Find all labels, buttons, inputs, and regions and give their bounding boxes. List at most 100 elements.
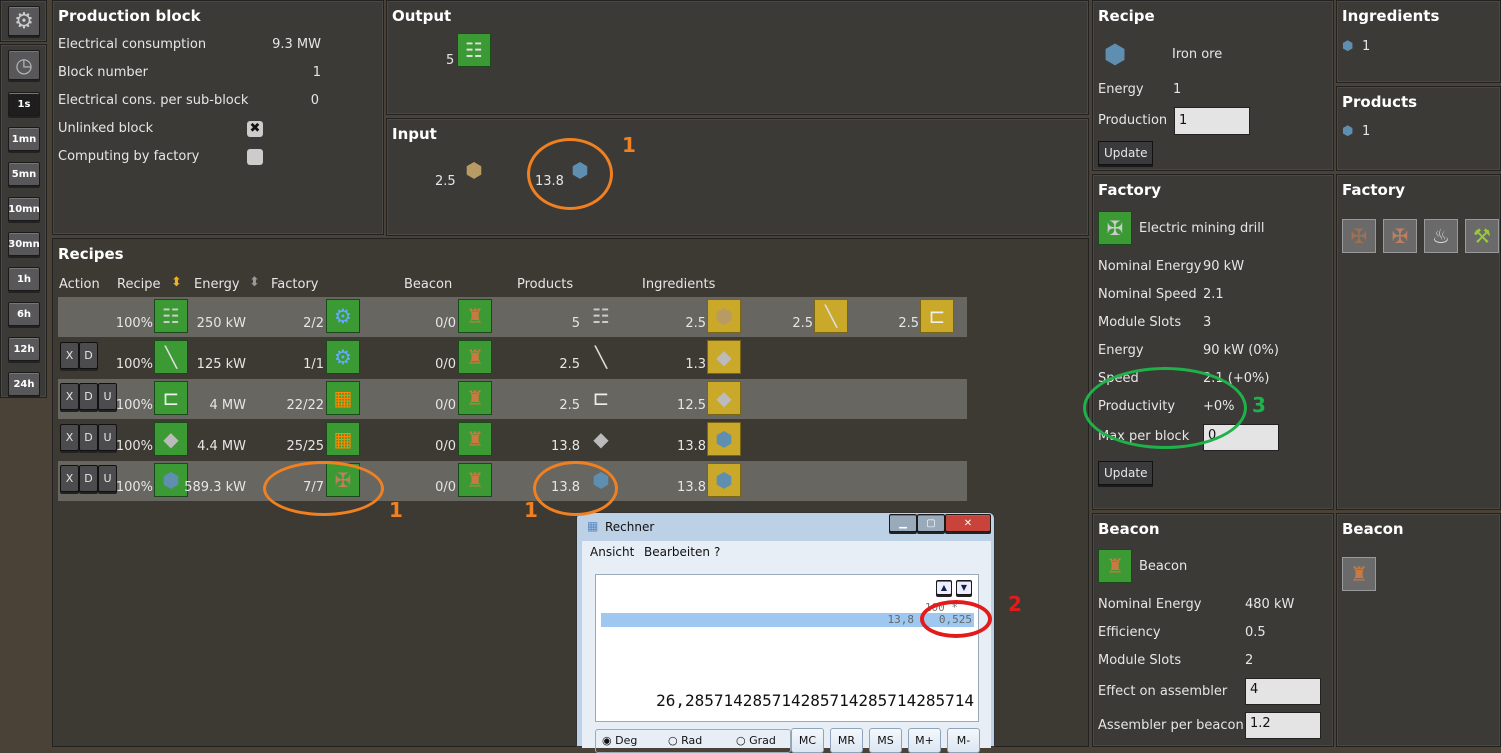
computing-checkbox[interactable] <box>247 149 263 165</box>
iron-ore-icon[interactable]: ⬢ <box>707 463 741 497</box>
recipe-energy: 4 MW <box>209 398 246 413</box>
clock-icon[interactable]: ◷ <box>8 50 40 80</box>
radio-rad[interactable]: ○ Rad <box>668 734 702 747</box>
mr-button[interactable]: MR <box>830 728 863 753</box>
time-button-6h[interactable]: 6h <box>8 302 40 326</box>
assembler-icon[interactable]: ⚙ <box>326 299 360 333</box>
history-up-button[interactable]: ▲ <box>936 580 952 595</box>
menu-help[interactable]: ? <box>714 545 720 559</box>
panel-title: Ingredients <box>1342 7 1440 25</box>
production-input[interactable]: 1 <box>1174 107 1250 135</box>
action-button-d[interactable]: D <box>79 383 98 410</box>
time-button-12h[interactable]: 12h <box>8 337 40 361</box>
radio-deg[interactable]: ◉ Deg <box>602 734 637 747</box>
stone-icon[interactable]: ⬢ <box>707 299 741 333</box>
close-button[interactable]: ✕ <box>945 514 991 532</box>
time-button-5mn[interactable]: 5mn <box>8 162 40 186</box>
beacon-icon[interactable]: ♜ <box>458 381 492 415</box>
furnace-icon[interactable]: ▦ <box>326 422 360 456</box>
furnace-icon[interactable]: ▦ <box>326 381 360 415</box>
beacon-stat-value: 0.5 <box>1245 625 1266 640</box>
action-button-d[interactable]: D <box>79 424 98 451</box>
assembler-per-beacon-input[interactable]: 1.2 <box>1245 712 1321 739</box>
info-value: 9.3 MW <box>272 37 321 52</box>
iron-ore-icon[interactable]: ⬢ <box>154 463 188 497</box>
minimize-button[interactable]: ▁ <box>889 514 917 532</box>
settings-gear-button[interactable]: ⚙ <box>8 6 40 36</box>
ms-button[interactable]: MS <box>869 728 902 753</box>
update-button[interactable]: Update <box>1098 141 1154 165</box>
beacon-icon[interactable]: ♜ <box>458 463 492 497</box>
recipe-energy: 125 kW <box>196 357 246 372</box>
sort-icon[interactable]: ⬍ <box>249 275 260 290</box>
rail-icon[interactable]: ☷ <box>584 299 618 333</box>
factory-stat-label: Nominal Energy <box>1098 259 1202 274</box>
menu-ansicht[interactable]: Ansicht <box>590 545 634 559</box>
action-button-u[interactable]: U <box>98 465 117 492</box>
beacon-stat-label: Efficiency <box>1098 625 1161 640</box>
update-button[interactable]: Update <box>1098 461 1154 485</box>
iron-plate-icon[interactable]: ◆ <box>707 381 741 415</box>
iron-ore-icon[interactable]: ⬢ <box>707 422 741 456</box>
history-selected[interactable]: 13,8 0,525 <box>601 613 974 627</box>
recipe-name: Iron ore <box>1172 47 1223 62</box>
history-down-button[interactable]: ▼ <box>956 580 972 595</box>
radio-grad[interactable]: ○ Grad <box>736 734 776 747</box>
table-row: X D U 100% ⬢ 589.3 kW 7/7 ✠ 0/0 ♜ 13.8 ⬢ 13.8 ⬢ <box>58 461 967 501</box>
stone-icon[interactable]: ⬢ <box>457 153 491 187</box>
iron-stick-icon[interactable]: ╲ <box>154 340 188 374</box>
beacon-icon[interactable]: ♜ <box>458 340 492 374</box>
menu-bearbeiten[interactable]: Bearbeiten <box>644 545 710 559</box>
time-button-1h[interactable]: 1h <box>8 267 40 291</box>
time-button-24h[interactable]: 24h <box>8 372 40 396</box>
pumpjack-icon[interactable]: ⚒ <box>1465 219 1499 253</box>
action-button-x[interactable]: X <box>60 383 79 410</box>
action-button-x[interactable]: X <box>60 465 79 492</box>
action-button-d[interactable]: D <box>79 465 98 492</box>
ingredients-panel: Ingredients ⬢ 1 <box>1336 0 1501 83</box>
m-minus-button[interactable]: M- <box>947 728 980 753</box>
action-button-x[interactable]: X <box>60 424 79 451</box>
steel-plate-icon[interactable]: ⊏ <box>584 381 618 415</box>
action-button-u[interactable]: U <box>98 383 117 410</box>
calculator-icon: ▦ <box>587 519 599 533</box>
maximize-button[interactable]: ▢ <box>917 514 945 532</box>
assembler-icon[interactable]: ⚙ <box>326 340 360 374</box>
burner-drill-icon[interactable]: ✠ <box>1342 219 1376 253</box>
iron-plate-icon[interactable]: ◆ <box>584 422 618 456</box>
time-button-1mn[interactable]: 1mn <box>8 127 40 151</box>
mining-drill-icon[interactable]: ✠ <box>1383 219 1417 253</box>
header-recipe[interactable]: Recipe <box>117 277 160 292</box>
info-value: 1 <box>312 65 321 80</box>
unlinked-checkbox[interactable]: ✖ <box>247 121 263 137</box>
steel-plate-icon[interactable]: ⊏ <box>154 381 188 415</box>
ingredient-amount: 12.5 <box>677 398 706 413</box>
beacon-icon: ♜ <box>1098 549 1132 583</box>
iron-plate-icon[interactable]: ◆ <box>707 340 741 374</box>
beacon-icon[interactable]: ♜ <box>458 422 492 456</box>
panel-title: Production block <box>58 7 201 25</box>
sort-icon[interactable]: ⬍ <box>171 275 182 290</box>
factory-stat-value: 90 kW (0%) <box>1203 343 1279 358</box>
panel-title: Recipes <box>58 245 124 263</box>
time-button-10mn[interactable]: 10mn <box>8 197 40 221</box>
beacon-icon[interactable]: ♜ <box>458 299 492 333</box>
time-button-1s[interactable]: 1s <box>8 92 40 116</box>
m-plus-button[interactable]: M+ <box>908 728 941 753</box>
action-button-d[interactable]: D <box>79 342 98 369</box>
action-button-x[interactable]: X <box>60 342 79 369</box>
rail-icon[interactable]: ☷ <box>154 299 188 333</box>
action-button-u[interactable]: U <box>98 424 117 451</box>
mc-button[interactable]: MC <box>791 728 824 753</box>
time-button-30mn[interactable]: 30mn <box>8 232 40 256</box>
steel-plate-icon[interactable]: ⊏ <box>920 299 954 333</box>
header-energy[interactable]: Energy <box>194 277 240 292</box>
rail-icon[interactable]: ☷ <box>457 33 491 67</box>
beacon-icon[interactable]: ♜ <box>1342 557 1376 591</box>
iron-stick-icon[interactable]: ╲ <box>814 299 848 333</box>
offshore-pump-icon[interactable]: ♨ <box>1424 219 1458 253</box>
iron-stick-icon[interactable]: ╲ <box>584 340 618 374</box>
input-panel: Input 2.5 ⬢ 13.8 ⬢ <box>386 118 1089 236</box>
iron-plate-icon[interactable]: ◆ <box>154 422 188 456</box>
effect-input[interactable]: 4 <box>1245 678 1321 705</box>
